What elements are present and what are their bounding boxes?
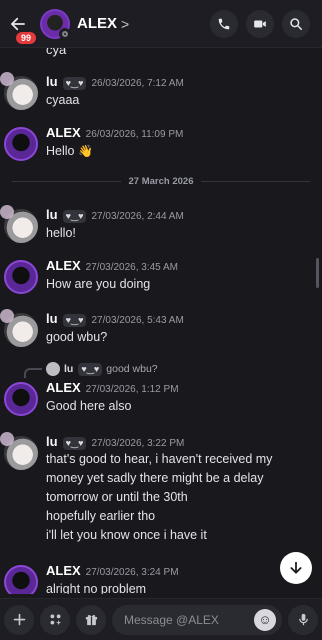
author-name[interactable]: lu bbox=[46, 311, 58, 326]
message-text: hopefully earlier tho bbox=[46, 509, 156, 523]
timestamp: 27/03/2026, 3:45 AM bbox=[85, 262, 178, 273]
contact-name[interactable]: ALEX bbox=[77, 15, 117, 32]
arrow-down-icon bbox=[290, 561, 302, 574]
microphone-icon bbox=[298, 613, 308, 626]
user-tag: ♥‿♥ bbox=[62, 77, 87, 90]
avatar[interactable] bbox=[0, 432, 38, 470]
user-tag: ♥‿♥ bbox=[62, 437, 87, 450]
timestamp: 26/03/2026, 11:09 PM bbox=[85, 129, 184, 140]
date-divider: 27 March 2026 bbox=[0, 176, 322, 187]
timestamp: 27/03/2026, 2:44 AM bbox=[91, 211, 184, 222]
message-text: cyaaa bbox=[46, 93, 80, 107]
voice-message-button[interactable] bbox=[288, 604, 318, 635]
author-name[interactable]: ALEX bbox=[46, 258, 81, 273]
avatar[interactable] bbox=[0, 72, 38, 110]
video-call-button[interactable] bbox=[246, 9, 274, 38]
message-input-placeholder: Message @ALEX bbox=[124, 612, 219, 627]
timestamp: 27/03/2026, 1:12 PM bbox=[85, 384, 179, 395]
search-icon bbox=[290, 17, 303, 30]
chat-header: 99 ALEX > bbox=[0, 0, 322, 48]
message-text: i'll let you know once i have it bbox=[46, 528, 207, 542]
message-text: tomorrow or until the 30th bbox=[46, 490, 188, 504]
waving-hand-emoji: 👋 bbox=[77, 144, 93, 158]
gift-button[interactable] bbox=[76, 604, 106, 635]
message-list[interactable]: cya lu ♥‿♥ 26/03/2026, 7:12 AM cyaaa ALE… bbox=[0, 48, 322, 594]
timestamp: 27/03/2026, 5:43 AM bbox=[91, 315, 184, 326]
emoji-icon[interactable]: ☺ bbox=[254, 608, 276, 631]
contact-avatar[interactable] bbox=[40, 8, 71, 40]
message-text: alright no problem bbox=[46, 582, 147, 594]
message-text: good wbu? bbox=[46, 330, 108, 344]
unread-badge: 99 bbox=[14, 30, 39, 46]
attach-button[interactable] bbox=[4, 604, 34, 635]
gift-icon bbox=[85, 615, 97, 626]
avatar[interactable] bbox=[4, 382, 38, 416]
user-tag: ♥‿♥ bbox=[62, 210, 87, 223]
user-tag: ♥‿♥ bbox=[78, 362, 103, 376]
author-name[interactable]: lu bbox=[46, 434, 58, 449]
message-composer: Message @ALEX ☺ bbox=[0, 598, 322, 640]
avatar[interactable] bbox=[4, 565, 38, 594]
user-tag: ♥‿♥ bbox=[62, 314, 87, 327]
author-name[interactable]: ALEX bbox=[46, 563, 81, 578]
reply-author: lu bbox=[64, 363, 74, 375]
avatar[interactable] bbox=[4, 260, 38, 294]
message-text: hello! bbox=[46, 226, 76, 240]
author-name[interactable]: ALEX bbox=[46, 380, 81, 395]
avatar bbox=[46, 362, 60, 376]
author-name[interactable]: lu bbox=[46, 207, 58, 222]
message-text: How are you doing bbox=[46, 277, 151, 291]
author-name[interactable]: lu bbox=[46, 74, 58, 89]
apps-icon bbox=[50, 614, 61, 626]
message-text: cya bbox=[46, 48, 67, 57]
video-camera-icon bbox=[254, 20, 266, 27]
timestamp: 26/03/2026, 7:12 AM bbox=[91, 78, 184, 89]
phone-icon bbox=[218, 18, 230, 29]
author-name[interactable]: ALEX bbox=[46, 125, 81, 140]
message-text: Good here also bbox=[46, 399, 132, 413]
date-divider-label: 27 March 2026 bbox=[128, 176, 194, 187]
reply-preview[interactable]: lu ♥‿♥ good wbu? bbox=[24, 360, 158, 378]
plus-icon bbox=[13, 613, 25, 626]
avatar[interactable] bbox=[4, 127, 38, 161]
status-indicator bbox=[59, 27, 71, 40]
apps-button[interactable] bbox=[40, 604, 70, 635]
chevron-right-icon[interactable]: > bbox=[121, 16, 129, 32]
timestamp: 27/03/2026, 3:24 PM bbox=[85, 567, 179, 578]
avatar[interactable] bbox=[0, 205, 38, 243]
message-text: money yet sadly there might be a delay bbox=[46, 471, 264, 485]
message-text: that's good to hear, i haven't received … bbox=[46, 452, 273, 466]
search-button[interactable] bbox=[282, 9, 310, 38]
scrollbar[interactable] bbox=[316, 258, 319, 288]
jump-to-bottom-button[interactable] bbox=[280, 552, 312, 584]
reply-text: good wbu? bbox=[106, 363, 158, 375]
timestamp: 27/03/2026, 3:22 PM bbox=[91, 438, 185, 449]
voice-call-button[interactable] bbox=[210, 9, 238, 38]
message-text: Hello bbox=[46, 144, 75, 158]
message-input[interactable]: Message @ALEX ☺ bbox=[112, 604, 282, 635]
avatar[interactable] bbox=[0, 309, 38, 347]
